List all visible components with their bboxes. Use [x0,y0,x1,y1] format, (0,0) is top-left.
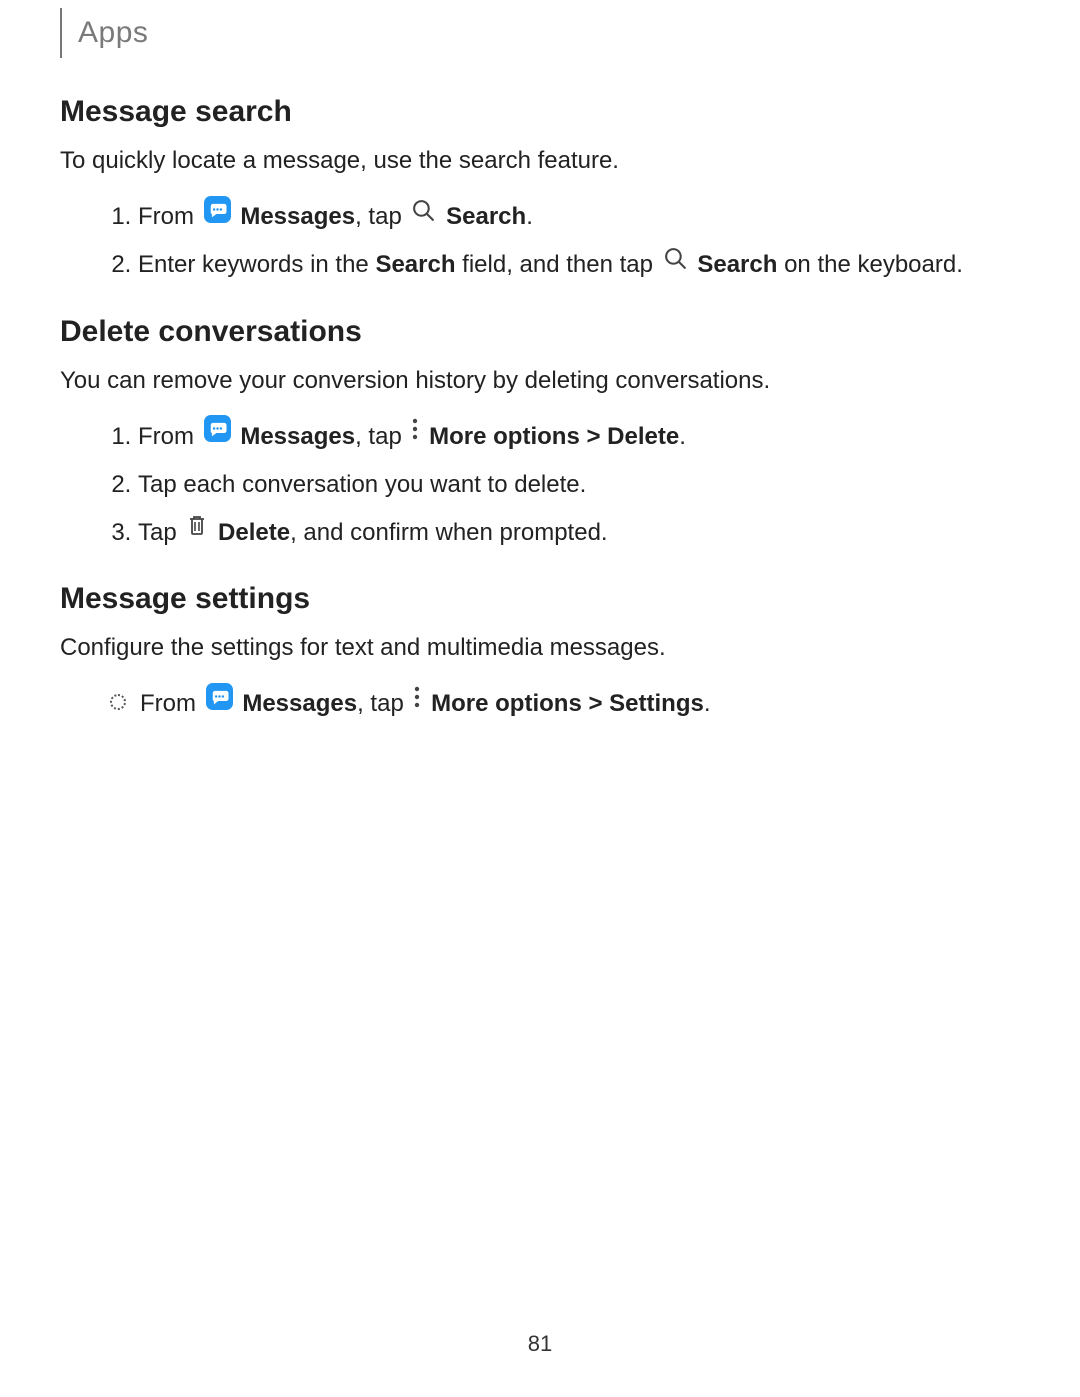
step-text: From [138,203,201,230]
section-intro: You can remove your conversion history b… [60,364,1020,399]
step-text: , tap [355,423,408,450]
search-icon [663,244,688,284]
section-heading: Message search [60,94,1020,130]
section-heading: Message settings [60,581,1020,617]
step-bold-text: Search [375,251,455,278]
more-icon [413,683,421,723]
more-icon [411,415,419,455]
step-text: , and confirm when prompted. [290,519,608,546]
step-bold-text: Delete [218,519,290,546]
header-rule [60,8,62,58]
step-item: From Messages, tap More options > Settin… [110,684,1020,724]
step-bold-text: Messages [240,423,355,450]
step-text: . [526,203,533,230]
step-bold-text: More options > Delete [429,423,679,450]
step-item: Tap Delete, and confirm when prompted. [138,513,1020,553]
step-text: on the keyboard. [777,251,962,278]
step-text: field, and then tap [456,251,660,278]
section-intro: Configure the settings for text and mult… [60,631,1020,666]
step-text: Tap [138,519,183,546]
messages-icon [204,415,231,455]
step-bold-text: Messages [240,203,355,230]
step-bold-text: Search [446,203,526,230]
step-bold-text: Search [697,251,777,278]
step-text: Enter keywords in the [138,251,375,278]
step-text: . [704,690,711,717]
step-list: From Messages, tap Search. Enter keywords… [60,197,1020,286]
page-content: Apps Message search To quickly locate a m… [0,0,1080,724]
trash-icon [186,511,208,551]
header-section-label: Apps [78,16,148,50]
step-bold-text: Messages [242,690,357,717]
step-item: From Messages, tap More options > Delete… [138,417,1020,457]
page-header: Apps [60,0,1020,58]
step-text: Tap each conversation you want to delete… [138,471,586,498]
step-text: . [679,423,686,450]
section-heading: Delete conversations [60,314,1020,350]
page-number: 81 [0,1331,1080,1357]
step-text: From [140,690,203,717]
search-icon [411,196,436,236]
messages-icon [204,196,231,236]
messages-icon [206,683,233,723]
step-item: Tap each conversation you want to delete… [138,465,1020,505]
section: Message settings Configure the settings f… [60,581,1020,724]
step-list: From Messages, tap More options > Settin… [60,684,1020,724]
step-item: Enter keywords in the Search field, and … [138,245,1020,285]
section: Message search To quickly locate a messag… [60,94,1020,286]
section: Delete conversations You can remove your … [60,314,1020,553]
step-text: , tap [355,203,408,230]
step-bold-text: More options > Settings [431,690,704,717]
step-text: From [138,423,201,450]
step-text: , tap [357,690,410,717]
step-item: From Messages, tap Search. [138,197,1020,237]
section-intro: To quickly locate a message, use the sea… [60,144,1020,179]
step-list: From Messages, tap More options > Delete… [60,417,1020,554]
